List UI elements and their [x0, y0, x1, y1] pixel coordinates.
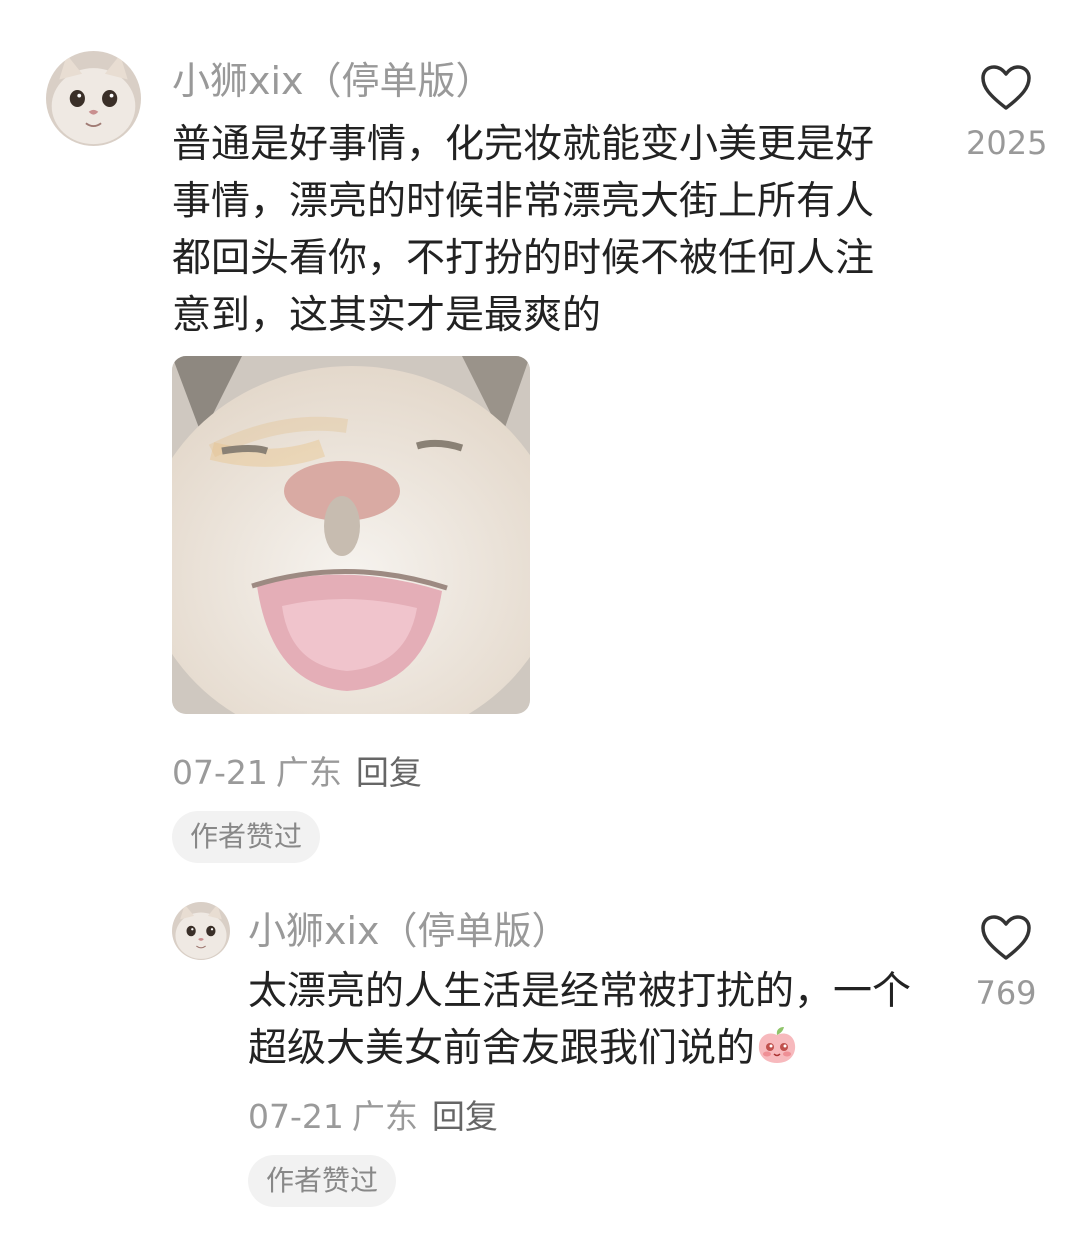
reply-button[interactable]: 回复: [356, 753, 422, 792]
user-avatar[interactable]: [46, 51, 141, 146]
cat-face-avatar-icon: [46, 51, 141, 146]
comment-meta: 07-21 广东 回复: [172, 746, 422, 794]
comment-date: 07-21: [172, 753, 268, 792]
comment-date: 07-21: [248, 1097, 344, 1136]
comment-meta: 07-21 广东 回复: [248, 1090, 498, 1138]
heart-icon: [981, 65, 1031, 110]
cat-face-avatar-icon: [172, 902, 230, 960]
comment-text: 普通是好事情，化完妆就能变小美更是好事情，漂亮的时候非常漂亮大街上所有人都回头看…: [172, 122, 875, 338]
blushing-peach-emoji-icon: [758, 1027, 796, 1063]
heart-icon: [981, 915, 1031, 960]
author-liked-badge: 作者赞过: [172, 811, 321, 863]
smiling-cat-image-icon: [172, 356, 530, 714]
like-button[interactable]: 769: [966, 914, 1046, 1012]
username[interactable]: 小狮xix（停单版）: [248, 900, 570, 955]
user-avatar[interactable]: [172, 902, 230, 960]
author-liked-badge: 作者赞过: [248, 1155, 397, 1207]
like-count: 2025: [966, 124, 1048, 162]
like-button[interactable]: 2025: [966, 64, 1048, 162]
comment-text: 太漂亮的人生活是经常被打扰的，一个超级大美女前舍友跟我们说的: [248, 963, 928, 1077]
comment-location: 广东: [351, 1097, 418, 1136]
comment-location: 广东: [275, 753, 342, 792]
comment-text-body: 太漂亮的人生活是经常被打扰的，一个超级大美女前舍友跟我们说的: [248, 969, 912, 1071]
username[interactable]: 小狮xix（停单版）: [172, 50, 494, 105]
comment-image[interactable]: [172, 356, 530, 714]
reply-button[interactable]: 回复: [432, 1097, 498, 1136]
like-count: 769: [975, 974, 1037, 1012]
